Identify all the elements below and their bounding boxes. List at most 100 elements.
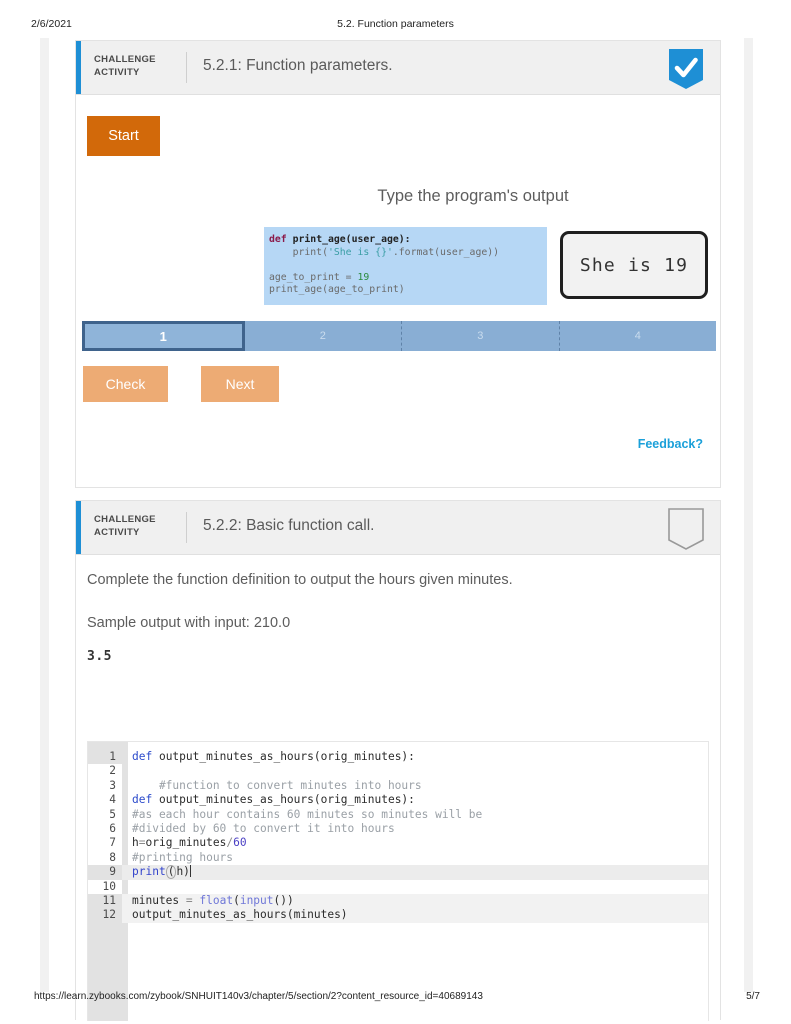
code-line[interactable]: 10 <box>88 879 708 894</box>
snippet-assign-pre: age_to_print = <box>269 271 358 283</box>
print-url: https://learn.zybooks.com/zybook/SNHUIT1… <box>34 991 483 1002</box>
kicker-line-1: CHALLENGE <box>94 54 156 65</box>
code-line-text: h=orig_minutes/60 <box>132 836 247 850</box>
line-number: 11 <box>88 893 122 909</box>
sample-output-label: Sample output with input: 210.0 <box>87 615 291 631</box>
code-token: h <box>132 836 139 850</box>
code-token: float <box>199 893 234 907</box>
check-shield-icon <box>666 47 706 91</box>
snippet-number-literal: 19 <box>357 271 370 283</box>
instruction-text: Complete the function definition to outp… <box>87 572 513 588</box>
progress-steps: 1 2 3 4 <box>82 321 716 351</box>
code-token: print <box>132 865 166 879</box>
code-line-text: def output_minutes_as_hours(orig_minutes… <box>132 793 415 807</box>
code-line-text: print(h) <box>132 865 191 880</box>
line-number: 12 <box>88 908 122 923</box>
code-line-text: #divided by 60 to convert it into hours <box>132 822 395 836</box>
code-token: output_minutes_as_hours(minutes) <box>132 908 348 922</box>
snippet-string-literal: 'She is {}' <box>327 246 393 258</box>
progress-step-1[interactable]: 1 <box>82 321 245 351</box>
code-token: = <box>138 836 146 850</box>
code-line[interactable]: 3 #function to convert minutes into hour… <box>88 778 708 794</box>
line-number: 3 <box>88 778 122 794</box>
sample-output-value: 3.5 <box>87 649 112 664</box>
page-right-rail <box>744 38 753 992</box>
code-snippet: def print_age(user_age): print('She is {… <box>264 227 547 305</box>
snippet-format-call: .format(user_age)) <box>392 246 500 258</box>
line-number: 8 <box>88 850 122 866</box>
print-footer: https://learn.zybooks.com/zybook/SNHUIT1… <box>0 991 791 1005</box>
line-number: 4 <box>88 793 122 808</box>
activity-kicker: CHALLENGE ACTIVITY <box>94 53 174 79</box>
answer-input-box[interactable]: She is 19 <box>560 231 708 299</box>
activity-accent-bar <box>76 501 81 554</box>
code-line[interactable]: 9 print(h) <box>88 865 708 880</box>
activity-accent-bar <box>76 41 81 94</box>
page-left-rail <box>40 38 49 992</box>
text-cursor <box>189 865 191 878</box>
line-number: 6 <box>88 821 122 837</box>
activity-522-header: CHALLENGE ACTIVITY 5.2.2: Basic function… <box>76 501 720 555</box>
activity-kicker: CHALLENGE ACTIVITY <box>94 513 174 539</box>
code-token: output_minutes_as_hours(orig_minutes): <box>152 793 415 807</box>
code-token: orig_minutes <box>145 836 227 850</box>
code-token: minutes <box>132 893 186 907</box>
kicker-line-2: ACTIVITY <box>94 527 140 538</box>
code-line-text: #printing hours <box>132 851 233 865</box>
code-line[interactable]: 6 #divided by 60 to convert it into hours <box>88 821 708 837</box>
line-number: 5 <box>88 807 122 822</box>
code-token: = <box>185 893 193 907</box>
code-line[interactable]: 7 h=orig_minutes/60 <box>88 836 708 851</box>
code-line[interactable]: 11 minutes = float(input()) <box>88 893 708 909</box>
code-token: #function to convert minutes into hours <box>132 778 422 792</box>
matching-paren-highlight: ( <box>165 865 177 880</box>
code-line[interactable]: 2 <box>88 764 708 779</box>
line-number: 10 <box>88 879 122 894</box>
code-line-text: def output_minutes_as_hours(orig_minutes… <box>132 750 415 764</box>
code-line-text: minutes = float(input()) <box>132 894 294 908</box>
code-token: 60 <box>233 836 247 850</box>
print-header: 2/6/2021 5.2. Function parameters <box>0 18 791 34</box>
snippet-keyword-def: def <box>269 234 287 245</box>
code-editor[interactable]: 1 def output_minutes_as_hours(orig_minute… <box>87 741 709 1021</box>
code-line[interactable]: 12 output_minutes_as_hours(minutes) <box>88 908 708 923</box>
code-line-text: #function to convert minutes into hours <box>132 779 422 793</box>
code-token: #divided by 60 to convert it into hours <box>132 821 395 835</box>
challenge-activity-521: CHALLENGE ACTIVITY 5.2.1: Function param… <box>75 40 721 488</box>
line-number: 2 <box>88 764 122 779</box>
prompt-label: Type the program's output <box>377 187 569 205</box>
snippet-function-signature: print_age(user_age) <box>286 234 405 245</box>
editor-code-lines[interactable]: 1 def output_minutes_as_hours(orig_minute… <box>88 750 708 923</box>
code-token: h) <box>176 865 190 879</box>
code-token: #as each hour contains 60 minutes so min… <box>132 807 483 821</box>
code-line-text: #as each hour contains 60 minutes so min… <box>132 808 482 822</box>
print-page-title: 5.2. Function parameters <box>337 18 454 30</box>
kicker-line-2: ACTIVITY <box>94 67 140 78</box>
check-button[interactable]: Check <box>83 366 168 402</box>
code-token: output_minutes_as_hours(orig_minutes): <box>152 750 415 763</box>
start-button[interactable]: Start <box>87 116 160 156</box>
snippet-print-call-pre: print( <box>269 246 328 258</box>
code-line[interactable]: 5 #as each hour contains 60 minutes so mi… <box>88 807 708 822</box>
line-number: 1 <box>88 750 122 765</box>
line-number: 9 <box>88 865 122 880</box>
code-token: ()) <box>273 893 294 907</box>
empty-shield-icon <box>666 507 706 551</box>
progress-step-2[interactable]: 2 <box>244 321 402 351</box>
challenge-activity-522: CHALLENGE ACTIVITY 5.2.2: Basic function… <box>75 500 721 1021</box>
progress-step-3[interactable]: 3 <box>402 321 560 351</box>
feedback-link[interactable]: Feedback? <box>638 437 703 451</box>
code-token: input <box>239 893 274 907</box>
code-line[interactable]: 1 def output_minutes_as_hours(orig_minute… <box>88 750 708 765</box>
activity-521-header: CHALLENGE ACTIVITY 5.2.1: Function param… <box>76 41 720 95</box>
code-line[interactable]: 4 def output_minutes_as_hours(orig_minute… <box>88 793 708 808</box>
code-token: #printing hours <box>132 850 234 864</box>
kicker-line-1: CHALLENGE <box>94 514 156 525</box>
progress-step-4[interactable]: 4 <box>559 321 716 351</box>
next-button[interactable]: Next <box>201 366 279 402</box>
activity-521-title: 5.2.1: Function parameters. <box>203 57 393 74</box>
line-number: 7 <box>88 836 122 851</box>
code-line[interactable]: 8 #printing hours <box>88 850 708 866</box>
print-page-number: 5/7 <box>746 991 760 1002</box>
code-line-text: output_minutes_as_hours(minutes) <box>132 908 348 922</box>
